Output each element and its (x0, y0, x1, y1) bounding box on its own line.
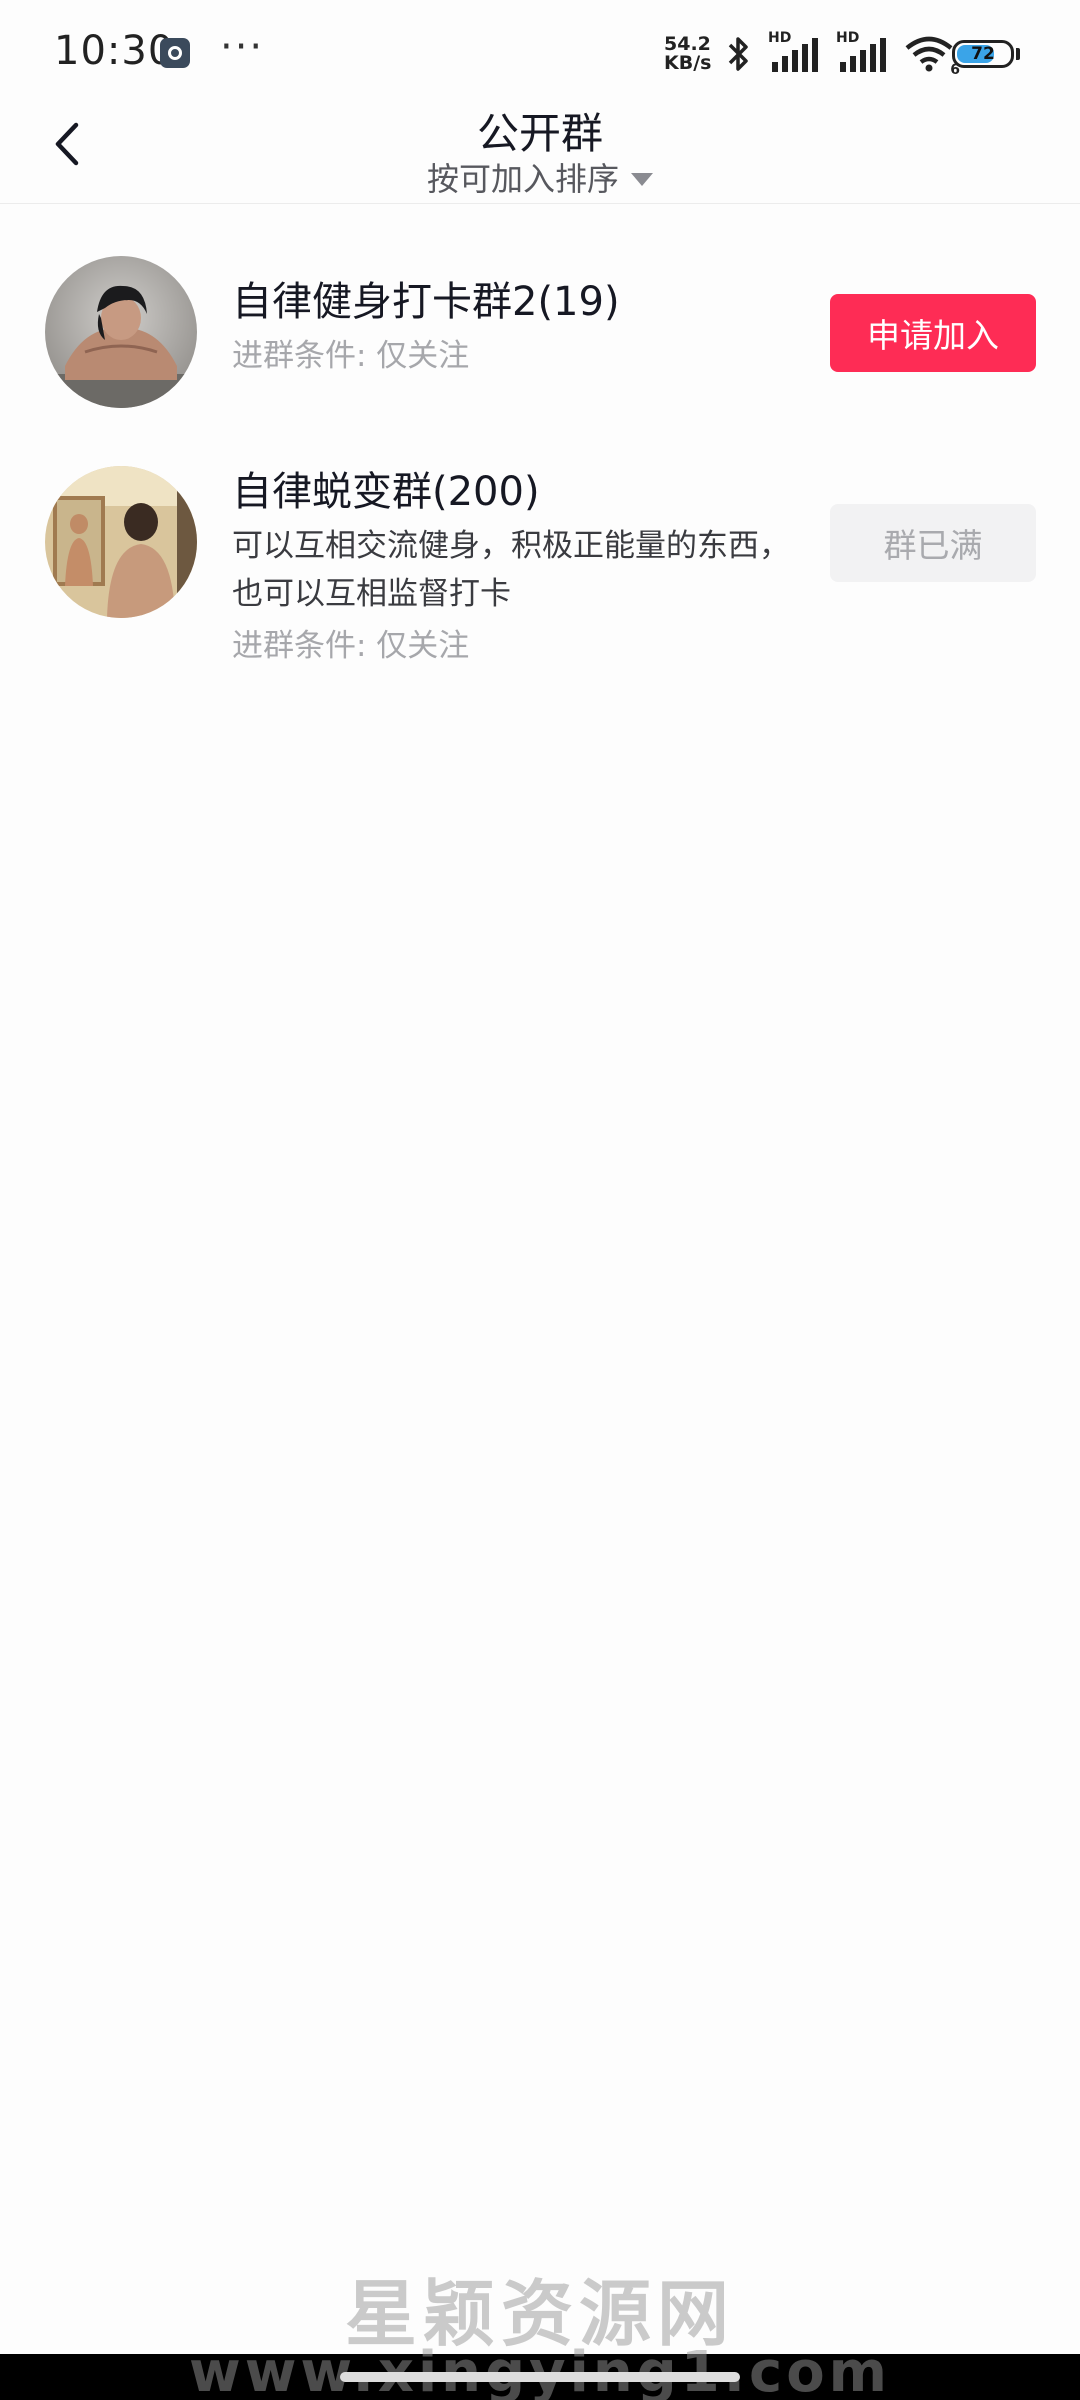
wifi: 6 (904, 34, 960, 78)
status-bar: 10:30 ··· 54.2 KB/s HD HD 6 72 (0, 0, 1080, 100)
cell-signal-1: HD (768, 30, 822, 74)
triangle-down-icon (631, 172, 653, 186)
avatar-image (45, 466, 197, 618)
group-item[interactable]: 自律健身打卡群2(19) 进群条件: 仅关注 申请加入 (0, 256, 1080, 416)
battery-level: 72 (971, 44, 995, 64)
group-info: 自律健身打卡群2(19) 进群条件: 仅关注 (232, 276, 792, 378)
group-avatar (45, 466, 197, 618)
group-avatar (45, 256, 197, 408)
wifi-icon (905, 36, 953, 72)
screen: 10:30 ··· 54.2 KB/s HD HD 6 72 公开群 按可加入排… (0, 0, 1080, 2400)
page-title: 公开群 (476, 109, 603, 158)
battery-tip (1016, 48, 1020, 60)
watermark-url: www.xingying1.com (188, 2340, 892, 2400)
nav-bar: 公开群 按可加入排序 (0, 100, 1080, 204)
group-name: 自律蜕变群(200) (232, 469, 540, 515)
group-description: 可以互相交流健身，积极正能量的东西，也可以互相监督打卡 (232, 528, 790, 612)
apply-join-button[interactable]: 申请加入 (830, 294, 1036, 372)
home-indicator[interactable] (340, 2372, 740, 2382)
group-join-condition: 进群条件: 仅关注 (232, 628, 470, 664)
cell-signal-2: HD (836, 30, 890, 74)
group-info: 自律蜕变群(200) 可以互相交流健身，积极正能量的东西，也可以互相监督打卡 进… (232, 466, 792, 668)
status-time: 10:30 (54, 28, 175, 74)
network-speed-unit: KB/s (664, 52, 712, 74)
group-item[interactable]: 自律蜕变群(200) 可以互相交流健身，积极正能量的东西，也可以互相监督打卡 进… (0, 466, 1080, 686)
sort-dropdown[interactable]: 按可加入排序 (0, 154, 1080, 200)
status-icons: HD HD 6 (724, 30, 960, 78)
group-full-button: 群已满 (830, 504, 1036, 582)
signal-bars-icon (772, 38, 818, 72)
group-join-condition: 进群条件: 仅关注 (232, 338, 470, 374)
network-speed: 54.2 KB/s (664, 35, 720, 73)
app-notification-icon (160, 38, 190, 68)
avatar-image (45, 256, 197, 408)
group-name: 自律健身打卡群2(19) (232, 279, 620, 325)
battery-icon: 72 (952, 40, 1014, 68)
signal-bars-icon-2 (840, 38, 886, 72)
bluetooth-icon (728, 37, 748, 71)
more-notifications-icon: ··· (220, 24, 265, 70)
sort-label: 按可加入排序 (426, 160, 619, 198)
